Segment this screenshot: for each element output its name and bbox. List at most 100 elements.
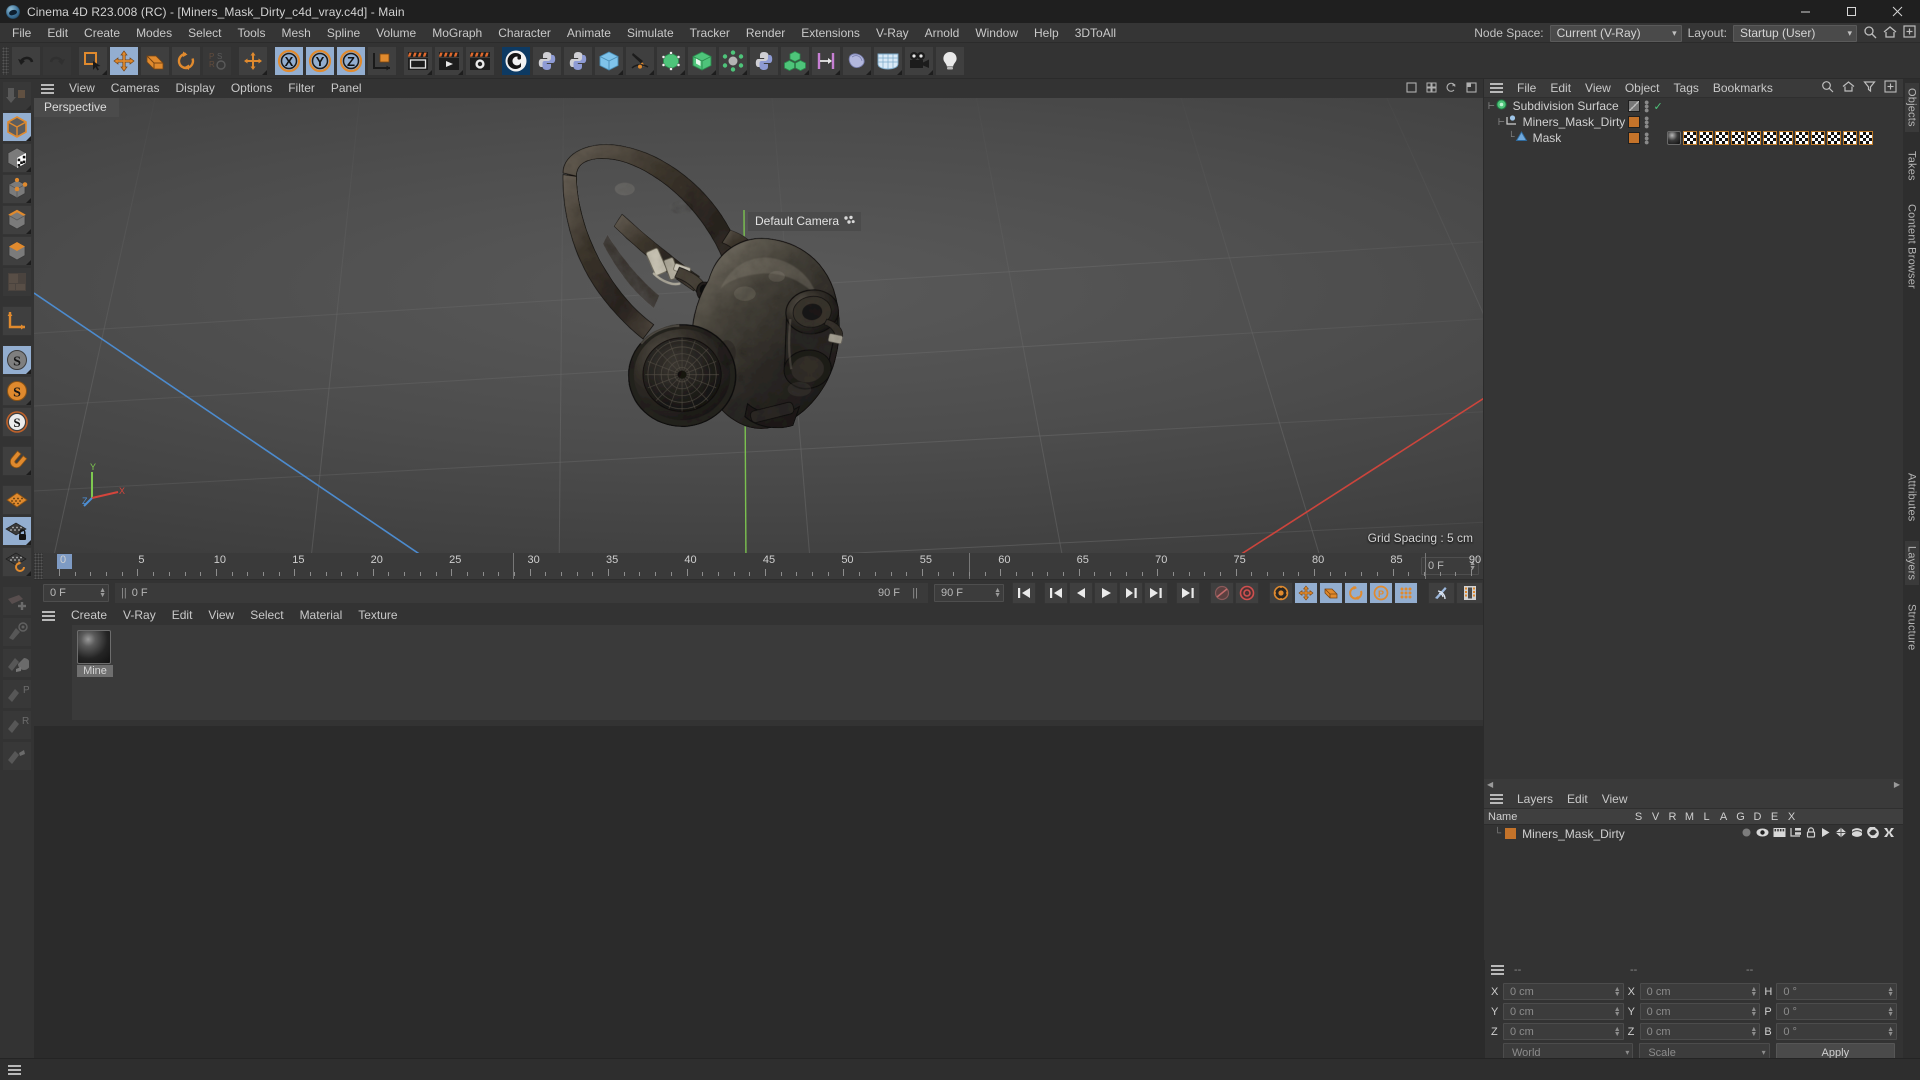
x-axis-lock-button[interactable]: X [274,45,304,76]
spinner-icon[interactable]: ▲ ▼ [93,587,106,599]
object-menu-file[interactable]: File [1510,79,1543,98]
viewport-menu-cameras[interactable]: Cameras [103,79,168,98]
object-filter-icon[interactable] [1863,80,1876,96]
workplane-button[interactable] [2,485,32,515]
layers-column-e[interactable]: E [1766,811,1783,823]
texture-tag-icon[interactable] [1731,131,1745,145]
size-z-field[interactable]: 0 cm ▲ ▼ [1639,1023,1761,1040]
menu-mograph[interactable]: MoGraph [424,23,490,43]
menu-arnold[interactable]: Arnold [917,23,968,43]
object-search-icon[interactable] [1821,80,1834,96]
layer-row[interactable]: └ Miners_Mask_Dirty [1484,825,1903,842]
object-row-mask[interactable]: └ Mask ● ● ● [1484,130,1903,147]
material-menu-texture[interactable]: Texture [350,606,405,625]
viewport-refresh-icon[interactable] [1446,82,1457,96]
3d-viewport[interactable]: Perspective Default Camera Y X Z Grid Sp… [34,98,1483,553]
layers-menu-edit[interactable]: Edit [1560,790,1595,809]
menu-create[interactable]: Create [76,23,128,43]
menu-tracker[interactable]: Tracker [682,23,738,43]
menu-character[interactable]: Character [490,23,559,43]
menu-animate[interactable]: Animate [559,23,619,43]
rotation-b-field[interactable]: 0 ° ▲ ▼ [1776,1023,1898,1040]
viewport-maximize-icon[interactable] [1466,81,1477,96]
object-menu-object[interactable]: Object [1618,79,1667,98]
spinner-icon[interactable]: ▲ ▼ [1887,1006,1894,1018]
scroll-right-icon[interactable]: ▶ [1894,780,1900,789]
viewport-single-view-icon[interactable] [1406,81,1417,96]
texture-mode-button[interactable] [2,143,32,173]
go-to-previous-frame-button[interactable] [1069,582,1093,604]
cloth-simulation-button[interactable] [842,45,872,76]
minimize-button[interactable] [1782,0,1828,23]
layers-column-s[interactable]: S [1630,811,1647,823]
menu-tools[interactable]: Tools [229,23,273,43]
live-selection-button[interactable] [78,45,108,76]
layer-deformer-icon[interactable] [1851,827,1863,841]
texture-tag-icon[interactable] [1843,131,1857,145]
rotation-key-button[interactable] [1344,582,1368,604]
timeline-ruler[interactable]: 0 5 10 15 20 25 30 35 40 45 50 55 60 65 70 75 80 85 90 [43,553,1481,579]
status-hamburger-icon[interactable] [8,1064,21,1075]
layer-visibility-icon[interactable] [1756,827,1769,841]
go-to-next-frame-button[interactable] [1119,582,1143,604]
layer-lock-icon[interactable] [1806,826,1816,841]
move-tool-button[interactable] [109,45,139,76]
spinner-icon[interactable]: ▲ ▼ [1750,1026,1757,1038]
viewport-hamburger-icon[interactable] [41,83,54,94]
motion-blend-button[interactable] [1428,582,1455,604]
menu-help[interactable]: Help [1026,23,1067,43]
size-x-field[interactable]: 0 cm ▲ ▼ [1639,983,1761,1000]
snap-settings-button[interactable]: S [2,376,32,406]
layers-column-l[interactable]: L [1698,811,1715,823]
menu-render[interactable]: Render [738,23,793,43]
python-field-button[interactable] [749,45,779,76]
viewport-menu-filter[interactable]: Filter [280,79,323,98]
uv-mode-button[interactable] [2,267,32,297]
scale-key-button[interactable] [1319,582,1343,604]
spinner-icon[interactable]: ▲ ▼ [1614,1026,1621,1038]
z-axis-lock-button[interactable]: Z [336,45,366,76]
position-z-field[interactable]: 0 cm ▲ ▼ [1503,1023,1624,1040]
rotate-tool-button[interactable] [171,45,201,76]
world-coordinate-system-button[interactable] [367,45,397,76]
floor-environment-button[interactable] [873,45,903,76]
layers-column-r[interactable]: R [1664,811,1681,823]
menu-window[interactable]: Window [967,23,1026,43]
layer-expression-icon[interactable] [1867,825,1879,841]
material-menu-view[interactable]: View [200,606,242,625]
material-hamburger-icon[interactable] [42,610,55,621]
tree-expand-icon[interactable]: ⊢ [1488,99,1495,113]
material-menu-create[interactable]: Create [63,606,115,625]
content-browser-button[interactable] [501,45,531,76]
nurbs-generator-button[interactable] [656,45,686,76]
size-y-field[interactable]: 0 cm ▲ ▼ [1639,1003,1761,1020]
redo-button[interactable] [42,45,72,76]
add-point-button[interactable] [2,586,32,616]
keyframe-selection-button[interactable] [1269,582,1293,604]
tree-expand-icon[interactable]: ⊢ [1498,115,1505,129]
menu-modes[interactable]: Modes [128,23,180,43]
texture-tag-icon[interactable] [1699,131,1713,145]
object-home-icon[interactable] [1842,80,1855,96]
record-active-objects-button[interactable] [1210,582,1234,604]
close-button[interactable] [1874,0,1920,23]
go-to-end-button[interactable] [1176,582,1200,604]
search-icon[interactable] [1863,25,1877,42]
end-frame-field[interactable]: 90 F ▲ ▼ [934,584,1004,602]
target-button[interactable] [2,617,32,647]
array-generator-button[interactable] [687,45,717,76]
tab-takes[interactable]: Takes [1905,146,1919,186]
position-tool-button[interactable]: P [2,679,32,709]
object-tag-icon[interactable] [1628,100,1640,112]
menu-vray[interactable]: V-Ray [868,23,917,43]
edges-mode-button[interactable] [2,205,32,235]
axis-mode-button[interactable] [2,306,32,336]
spinner-icon[interactable]: ▲ ▼ [1750,986,1757,998]
object-row-miners-mask-dirty[interactable]: ⊢ Miners_Mask_Dirty ● ● ● [1484,114,1903,131]
object-axis-button[interactable] [238,45,268,76]
pen-spline-button[interactable] [625,45,655,76]
render-settings-button[interactable] [465,45,495,76]
cube-primitive-button[interactable] [594,45,624,76]
layers-column-x[interactable]: X [1783,811,1800,823]
texture-tag-icon[interactable] [1859,131,1873,145]
